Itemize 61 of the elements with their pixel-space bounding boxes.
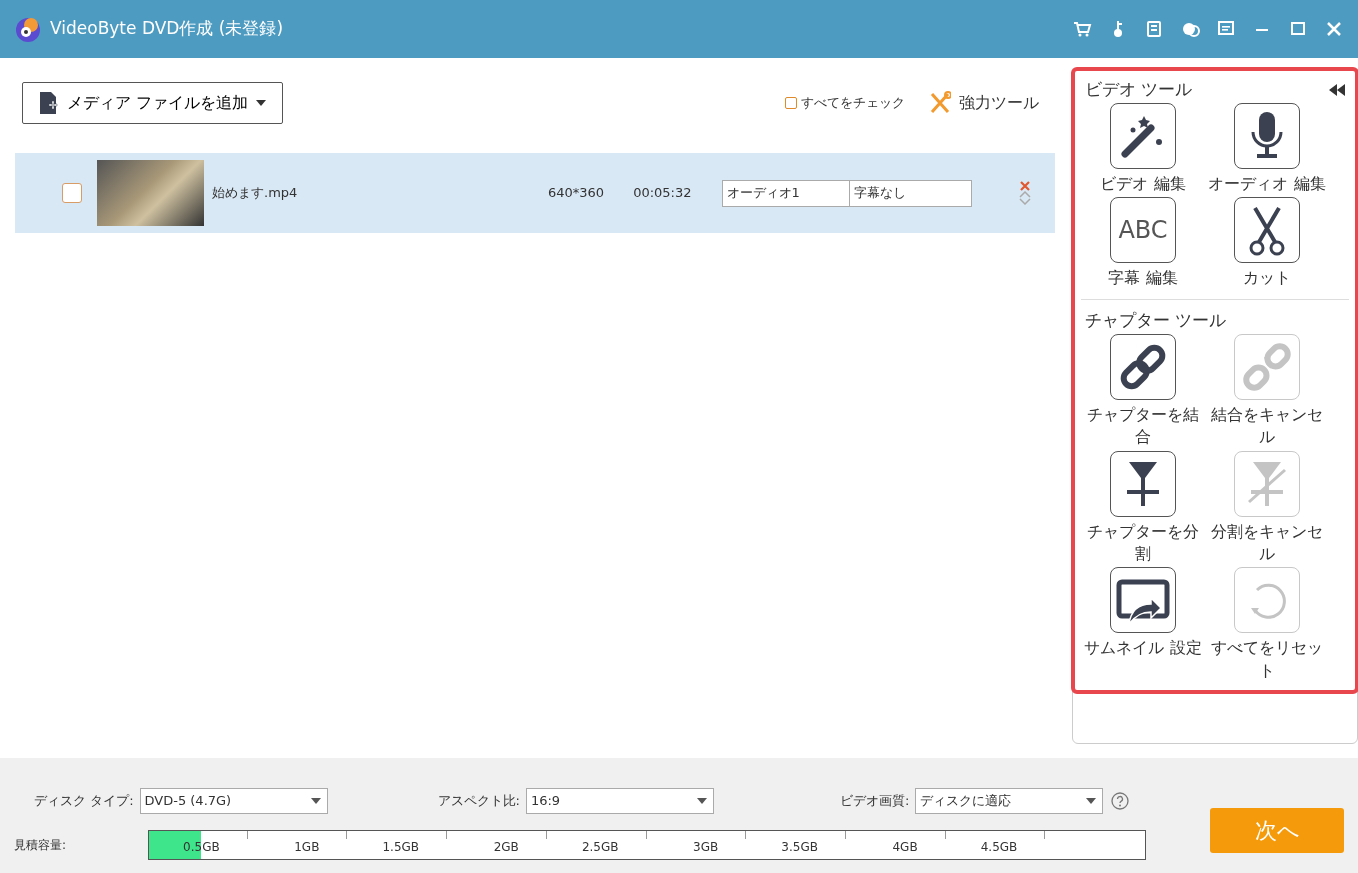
capacity-label: 見積容量: — [14, 836, 68, 854]
check-all-label: すべてをチェック — [801, 94, 905, 113]
duration-text: 00:05:32 — [633, 184, 692, 203]
move-up-icon[interactable] — [1019, 191, 1031, 198]
app-logo-icon — [14, 15, 42, 43]
tool-button[interactable]: ABC — [1110, 196, 1176, 263]
setting-dropdown[interactable]: 16:9 — [525, 787, 714, 814]
tool-label: サムネイル 設定 — [1084, 637, 1202, 660]
file-name: 始めます.mp4 — [212, 184, 299, 203]
tool-label: ビデオ 編集 — [1100, 172, 1186, 195]
tool-button[interactable] — [1234, 196, 1300, 263]
tick-label: 2.5GB — [581, 838, 619, 856]
tick-label: 3.5GB — [781, 838, 818, 856]
cart-icon[interactable] — [1072, 19, 1092, 39]
tool-label: チャプターを結合 — [1086, 403, 1200, 449]
tool-label: 分割をキャンセル — [1210, 520, 1324, 565]
tool-button[interactable] — [1110, 567, 1176, 634]
tool-label: 結合をキャンセル — [1210, 403, 1324, 449]
setting-label: ディスク タイプ: — [34, 791, 134, 810]
setting-dropdown[interactable]: ディスクに適応 — [915, 787, 1104, 814]
tools-icon — [929, 91, 951, 115]
tool-label: 字幕 編集 — [1108, 266, 1178, 289]
tick-label: 2GB — [493, 838, 519, 856]
tick-label: 1.5GB — [382, 838, 420, 856]
dropdown-caret-icon — [310, 797, 321, 804]
section-title: チャプター ツール — [1085, 309, 1227, 333]
caret-icon — [256, 100, 267, 106]
setting-label: アスペクト比: — [437, 791, 520, 810]
tool-button[interactable] — [1110, 450, 1176, 517]
tool-label: オーディオ 編集 — [1208, 172, 1326, 195]
tool-button[interactable] — [1110, 102, 1176, 169]
check-all-checkbox[interactable] — [785, 97, 797, 109]
delete-icon[interactable] — [1020, 181, 1030, 191]
setting-dropdown[interactable]: DVD-5 (4.7G) — [139, 787, 328, 814]
tick-label: 4.5GB — [980, 838, 1018, 856]
tool-label: カット — [1243, 266, 1291, 289]
save-icon[interactable] — [1144, 19, 1164, 39]
help-icon[interactable] — [1111, 791, 1130, 810]
tool-label: すべてをリセット — [1210, 637, 1324, 682]
move-down-icon[interactable] — [1019, 198, 1031, 205]
subtitle-field[interactable]: 字幕なし — [849, 179, 972, 207]
dropdown-caret-icon — [696, 797, 707, 804]
file-add-icon — [37, 91, 59, 115]
tick-label: 0.5GB — [183, 838, 220, 856]
tick-label: 3GB — [693, 838, 719, 856]
window-title: VideoByte DVD作成 (未登録) — [50, 17, 284, 41]
audio-track-field[interactable]: オーディオ1 — [721, 179, 850, 207]
tick-label: 1GB — [294, 838, 320, 856]
setting-label: ビデオ画質: — [839, 791, 910, 810]
tool-label: チャプターを分割 — [1086, 520, 1200, 565]
dropdown-caret-icon — [1086, 797, 1097, 804]
collapse-icon[interactable] — [1329, 83, 1345, 96]
add-media-button[interactable]: メディア ファイルを追加 — [22, 82, 284, 124]
tool-button[interactable] — [1234, 102, 1300, 169]
tool-button[interactable] — [1110, 333, 1176, 400]
section-title: ビデオ ツール — [1085, 78, 1193, 101]
resolution-text: 640*360 — [548, 184, 605, 203]
file-checkbox[interactable] — [62, 183, 82, 203]
file-row[interactable]: 始めます.mp4 640*360 00:05:32 オーディオ1 字幕なし — [15, 153, 1055, 233]
tick-label: 4GB — [892, 838, 918, 856]
power-tools-link[interactable]: 強力ツール — [959, 91, 1039, 115]
